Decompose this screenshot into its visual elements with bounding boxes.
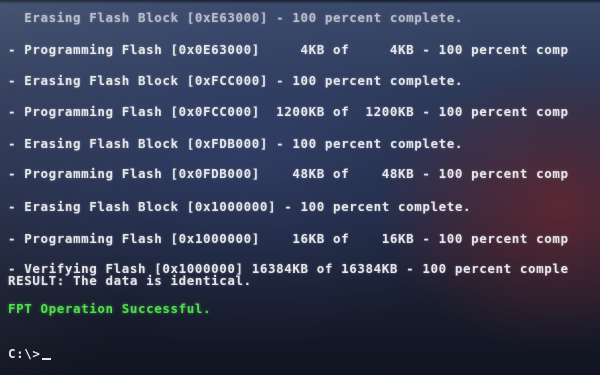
terminal-line-program-e63000: - Programming Flash [0x0E63000] 4KB of 4…	[8, 42, 569, 57]
terminal-line-program-fcc000: - Programming Flash [0x0FCC000] 1200KB o…	[8, 104, 569, 119]
dos-terminal-screen: Erasing Flash Block [0xE63000] - 100 per…	[0, 0, 600, 375]
terminal-line-erase-e63000: Erasing Flash Block [0xE63000] - 100 per…	[8, 10, 464, 25]
fpt-success-message: FPT Operation Successful.	[8, 301, 212, 316]
terminal-line-program-fdb000: - Programming Flash [0x0FDB000] 48KB of …	[8, 166, 569, 181]
terminal-line-erase-fdb000: - Erasing Flash Block [0xFDB000] - 100 p…	[8, 136, 464, 151]
prompt-text: C:\>	[8, 346, 41, 361]
terminal-line-erase-fcc000: - Erasing Flash Block [0xFCC000] - 100 p…	[8, 73, 464, 88]
terminal-line-program-1000000: - Programming Flash [0x1000000] 16KB of …	[8, 231, 569, 246]
terminal-line-result: RESULT: The data is identical.	[8, 273, 252, 288]
terminal-line-erase-1000000: - Erasing Flash Block [0x1000000] - 100 …	[8, 199, 472, 214]
command-prompt[interactable]: C:\>	[8, 346, 51, 361]
monitor-bezel-shadow	[0, 0, 600, 4]
text-cursor-icon	[41, 358, 51, 360]
